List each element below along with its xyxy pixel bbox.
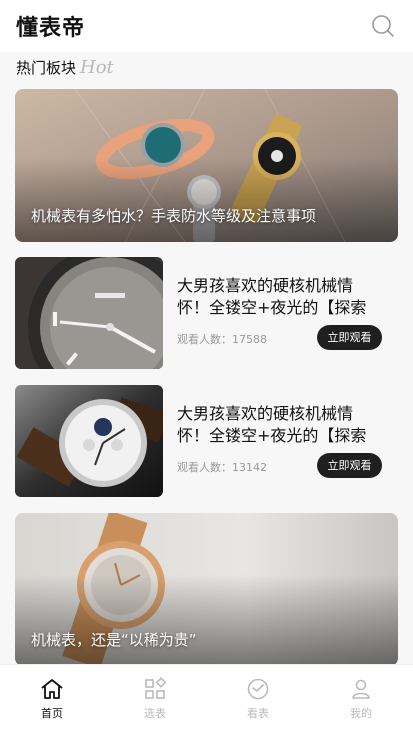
viewer-count: 观看人数：17588	[177, 333, 267, 346]
article-thumbnail	[15, 257, 163, 369]
home-icon	[41, 679, 63, 699]
banner-card[interactable]: 机械表有多怕水？手表防水等级及注意事项	[15, 89, 398, 242]
tab-select-watch[interactable]: 选表	[125, 665, 185, 735]
section-title: 热门板块	[16, 59, 77, 77]
banner-card[interactable]: 机械表，还是“以稀为贵”	[15, 513, 398, 666]
tab-label: 选表	[144, 707, 166, 720]
watch-now-button[interactable]: 立即观看	[317, 325, 382, 350]
tab-label: 首页	[41, 707, 63, 720]
grid-icon	[145, 677, 167, 699]
app-title: 懂表帝	[16, 16, 86, 41]
tab-label: 我的	[350, 707, 372, 720]
watch-icon	[247, 678, 269, 700]
bottom-tab-bar: 首页 选表 看表 我的	[0, 664, 413, 735]
viewer-count: 观看人数：13142	[177, 461, 267, 474]
banner-caption: 机械表，还是“以稀为贵”	[31, 631, 197, 649]
hot-label: Hot	[80, 57, 114, 78]
tab-view-watch[interactable]: 看表	[228, 665, 288, 735]
article-thumbnail	[15, 385, 163, 497]
list-item[interactable]: 大男孩喜欢的硬核机械情怀！全镂空+夜光的【探索者】 观看人数：17588 立即观…	[15, 257, 398, 369]
list-item[interactable]: 大男孩喜欢的硬核机械情怀！全镂空+夜光的【探索者】 观看人数：13142 立即观…	[15, 385, 398, 497]
search-icon[interactable]	[371, 14, 395, 38]
tab-profile[interactable]: 我的	[331, 665, 391, 735]
watch-now-button[interactable]: 立即观看	[317, 453, 382, 478]
user-icon	[352, 679, 370, 699]
tab-label: 看表	[247, 707, 269, 720]
app-header: 懂表帝	[0, 0, 413, 52]
section-header: 热门板块 Hot	[16, 54, 114, 78]
banner-caption: 机械表有多怕水？手表防水等级及注意事项	[31, 207, 317, 225]
tab-home[interactable]: 首页	[22, 665, 82, 735]
article-title: 大男孩喜欢的硬核机械情怀！全镂空+夜光的【探索者】	[177, 276, 367, 317]
article-title: 大男孩喜欢的硬核机械情怀！全镂空+夜光的【探索者】	[177, 404, 367, 445]
